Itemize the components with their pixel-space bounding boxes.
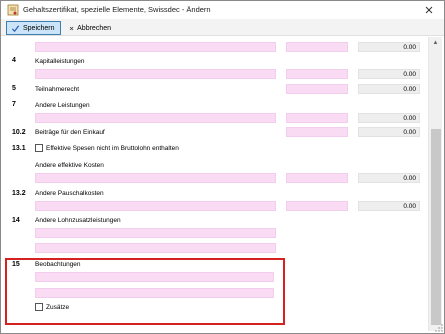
observations-field-2[interactable] — [35, 288, 274, 298]
row-13-2-number: 13.2 — [12, 190, 26, 197]
top-field-1[interactable] — [35, 42, 276, 52]
row-5-field-2[interactable] — [286, 84, 348, 94]
scroll-up-arrow-icon[interactable]: ▲ — [429, 37, 442, 49]
row-4-value: 0.00 — [358, 69, 420, 79]
row-7-value: 0.00 — [358, 113, 420, 123]
row-13-1-other-label: Andere effektive Kosten — [35, 162, 104, 169]
row-13-1-text-field[interactable] — [35, 173, 276, 183]
row-4-label: Kapitalleistungen — [35, 58, 85, 65]
row-10-2-field-2[interactable] — [286, 127, 348, 137]
zusaetze-checkbox[interactable] — [35, 303, 43, 311]
row-14-text-field-1[interactable] — [35, 228, 276, 238]
row-15-label: Beobachtungen — [35, 261, 81, 268]
save-button[interactable]: Speichern — [6, 21, 61, 35]
observations-field-1[interactable] — [35, 272, 274, 282]
row-5-label: Teilnahmerecht — [35, 86, 80, 93]
row-14-number: 14 — [12, 217, 20, 224]
top-value: 0.00 — [358, 42, 420, 52]
cancel-button[interactable]: Abbrechen — [64, 21, 116, 35]
row-14-text-field-2[interactable] — [35, 243, 276, 253]
row-13-2-field-2[interactable] — [286, 201, 348, 211]
row-7-text-field[interactable] — [35, 113, 276, 123]
row-7b-value: 0.00 — [358, 127, 420, 137]
row-13-1-number: 13.1 — [12, 145, 26, 152]
top-field-2[interactable] — [286, 42, 348, 52]
row-14-label: Andere Lohnzusatzleistungen — [35, 217, 121, 224]
row-4-number: 4 — [12, 57, 16, 64]
row-15-number: 15 — [12, 261, 20, 268]
row-5-number: 5 — [12, 85, 16, 92]
row-7-field-2[interactable] — [286, 113, 348, 123]
row-10-2-label: Beiträge für den Einkauf — [35, 129, 105, 136]
form-area: 0.00 4 Kapitalleistungen 0.00 5 Teilnahm… — [2, 37, 428, 331]
spesen-checkbox-label: Effektive Spesen nicht im Bruttolohn ent… — [46, 145, 179, 152]
row-13-1-value: 0.00 — [358, 173, 420, 183]
row-4-text-field[interactable] — [35, 69, 276, 79]
zusaetze-label: Zusätze — [46, 304, 70, 311]
toolbar: Speichern Abbrechen — [1, 19, 444, 36]
window-title: Gehaltszertifikat, spezielle Elemente, S… — [23, 5, 211, 14]
row-5-value: 0.00 — [358, 84, 420, 94]
close-icon — [425, 6, 433, 14]
row-7-label: Andere Leistungen — [35, 102, 90, 109]
row-13-2-text-field[interactable] — [35, 201, 276, 211]
certificate-icon — [7, 4, 19, 16]
scrollbar-thumb[interactable] — [431, 129, 441, 325]
row-10-2-number: 10.2 — [12, 129, 26, 136]
row-4-field-2[interactable] — [286, 69, 348, 79]
dialog-window: Gehaltszertifikat, spezielle Elemente, S… — [0, 0, 445, 334]
title-bar: Gehaltszertifikat, spezielle Elemente, S… — [1, 1, 444, 19]
row-13-2-label: Andere Pauschalkosten — [35, 190, 104, 197]
spesen-checkbox[interactable] — [35, 144, 43, 152]
x-icon — [69, 26, 74, 30]
close-button[interactable] — [422, 3, 436, 17]
vertical-scrollbar[interactable]: ▲ — [428, 37, 442, 331]
check-icon — [11, 24, 20, 32]
row-13-1-field-2[interactable] — [286, 173, 348, 183]
resize-grip-icon[interactable] — [435, 324, 443, 332]
save-label: Speichern — [23, 24, 55, 32]
row-13-2-value: 0.00 — [358, 201, 420, 211]
cancel-label: Abbrechen — [77, 24, 111, 32]
row-7-number: 7 — [12, 101, 16, 108]
